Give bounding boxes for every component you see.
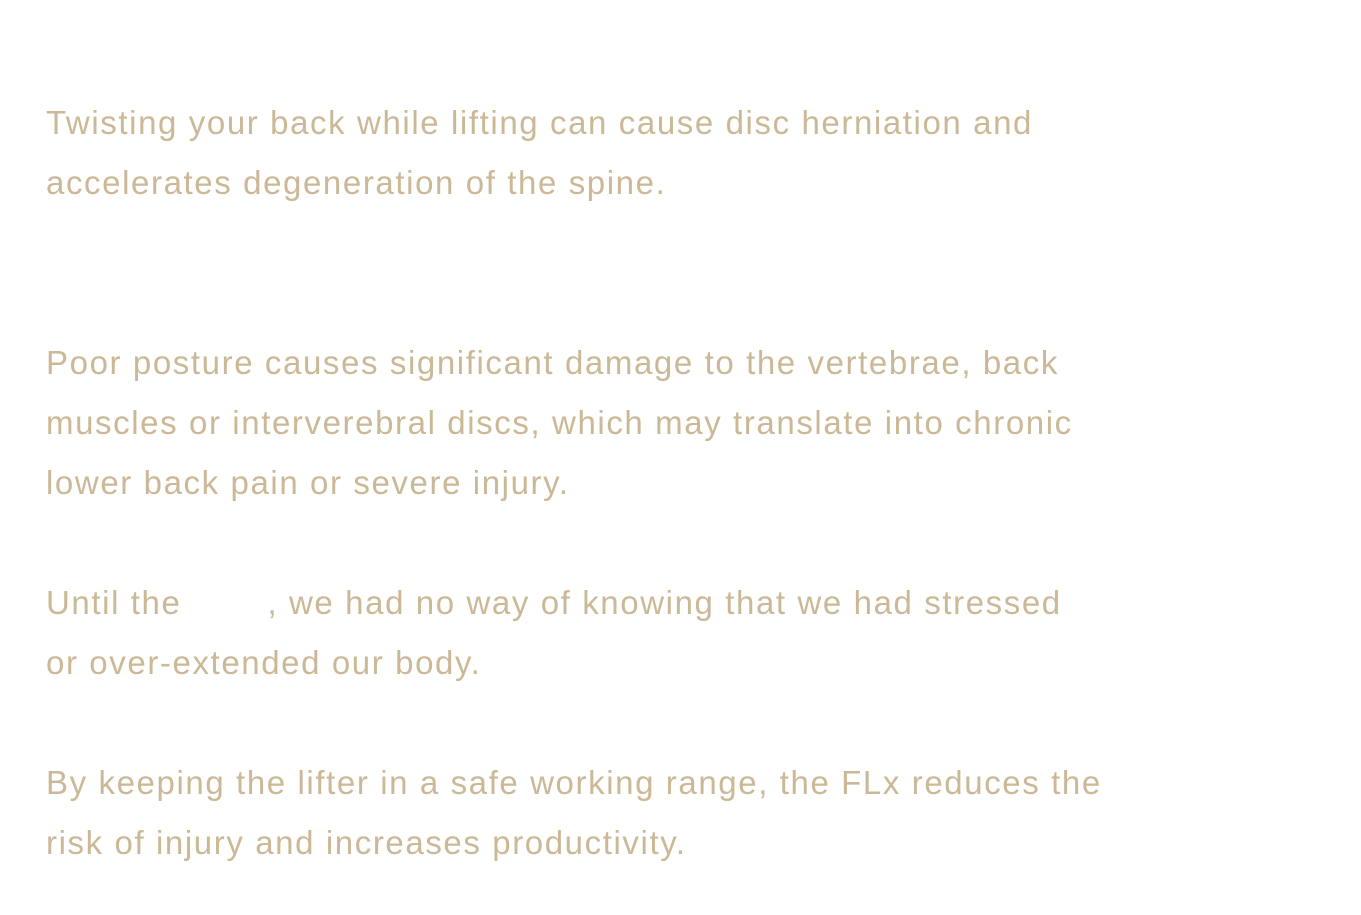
paragraph-line: Twisting your back while lifting can cau…	[46, 104, 1034, 141]
paragraph-line: or over-extended our body.	[46, 644, 482, 681]
paragraph-line: muscles or interverebral discs, which ma…	[46, 404, 1073, 441]
paragraph-keeping: By keeping the lifter in a safe working …	[46, 753, 1336, 873]
paragraph-until: Until the , we had no way of knowing that…	[46, 573, 1336, 693]
paragraph-line: accelerates degeneration of the spine.	[46, 164, 667, 201]
paragraph-line: By keeping the lifter in a safe working …	[46, 764, 1102, 801]
paragraph-line: risk of injury and increases productivit…	[46, 824, 687, 861]
paragraph-twisting: Twisting your back while lifting can cau…	[46, 93, 1336, 213]
paragraph-line: Poor posture causes significant damage t…	[46, 344, 1059, 381]
paragraph-text-start: Until the	[46, 584, 182, 621]
paragraph-text-end: , we had no way of knowing that we had s…	[267, 584, 1062, 621]
paragraph-line: lower back pain or severe injury.	[46, 464, 570, 501]
paragraph-posture: Poor posture causes significant damage t…	[46, 333, 1336, 513]
paragraph-line: Until the , we had no way of knowing that…	[46, 573, 1336, 633]
